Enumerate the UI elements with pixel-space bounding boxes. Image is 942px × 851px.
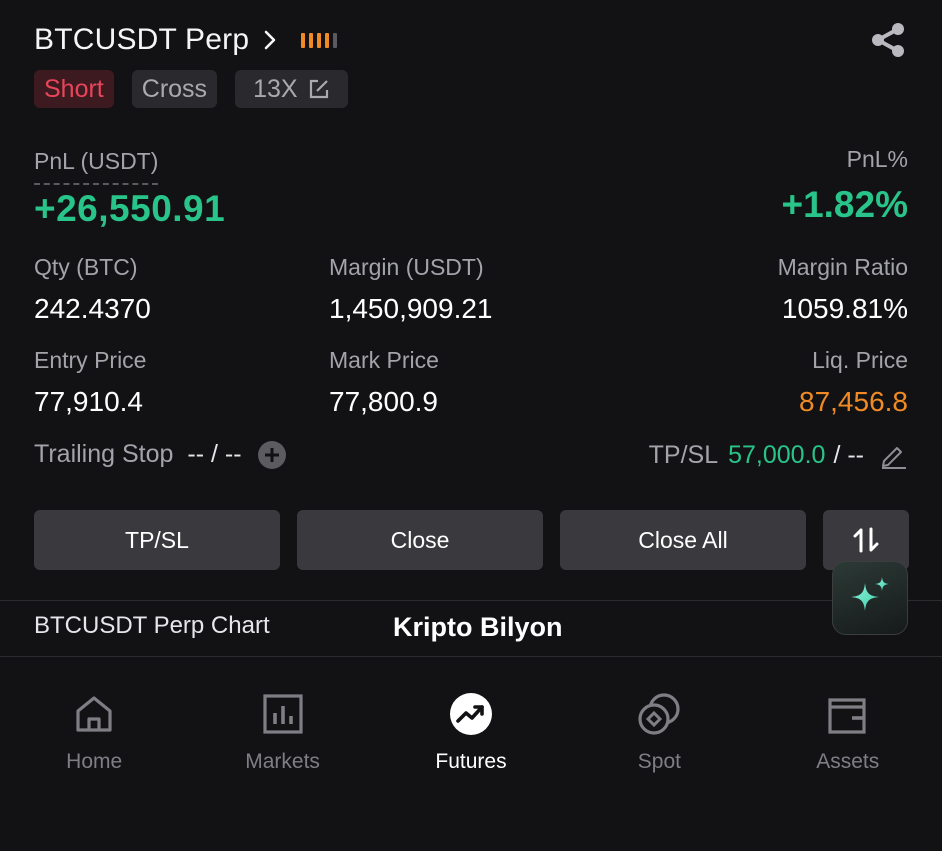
chart-link[interactable]: BTCUSDT Perp Chart	[34, 612, 270, 640]
action-buttons: TP/SL Close Close All	[34, 510, 909, 570]
liq-price-cell: Liq. Price 87,456.8	[799, 347, 908, 418]
chevron-right-icon[interactable]	[263, 18, 283, 62]
home-icon	[76, 696, 112, 732]
leverage-badge[interactable]: 13X	[235, 70, 348, 108]
mark-price-label: Mark Price	[329, 347, 439, 373]
divider	[0, 656, 942, 657]
margin-label: Margin (USDT)	[329, 254, 484, 280]
liq-price-value: 87,456.8	[799, 386, 908, 417]
nav-futures[interactable]: Futures	[377, 686, 565, 776]
entry-price-value: 77,910.4	[34, 386, 143, 417]
sl-value: / --	[833, 440, 864, 469]
nav-assets-label: Assets	[816, 750, 880, 773]
reverse-arrows-icon	[853, 527, 879, 553]
header: BTCUSDT Perp	[34, 18, 908, 62]
mark-price-cell: Mark Price 77,800.9	[329, 347, 439, 418]
risk-bar	[333, 32, 338, 48]
risk-bar	[317, 32, 322, 48]
nav-futures-label: Futures	[435, 750, 507, 773]
mark-price-value: 77,800.9	[329, 386, 438, 417]
nav-spot[interactable]: Spot	[565, 686, 753, 776]
symbol-title[interactable]: BTCUSDT Perp	[34, 23, 249, 57]
ai-assistant-button[interactable]	[832, 561, 908, 635]
liq-price-label: Liq. Price	[812, 347, 908, 373]
tpsl-row: TP/SL 57,000.0 / --	[649, 440, 908, 470]
risk-bar	[309, 32, 314, 48]
pnl-label[interactable]: PnL (USDT)	[34, 148, 159, 185]
share-icon[interactable]	[868, 20, 908, 60]
watermark: Kripto Bilyon	[393, 612, 563, 642]
margin-ratio-label: Margin Ratio	[777, 254, 908, 280]
position-tags: Short Cross 13X	[34, 70, 348, 108]
nav-markets[interactable]: Markets	[188, 686, 376, 776]
assets-icon	[828, 698, 866, 734]
leverage-value: 13X	[253, 74, 298, 103]
divider	[0, 600, 942, 601]
bottom-nav: Home Markets Futures Spot Assets	[0, 686, 942, 776]
nav-assets[interactable]: Assets	[754, 686, 942, 776]
markets-icon	[262, 694, 303, 734]
add-trailing-stop-icon[interactable]	[257, 440, 286, 469]
tp-value: 57,000.0	[728, 440, 826, 469]
trailing-stop-label: Trailing Stop	[34, 440, 174, 468]
nav-home[interactable]: Home	[0, 686, 188, 776]
trailing-stop-row: Trailing Stop -- / --	[34, 440, 286, 469]
margin-value: 1,450,909.21	[329, 293, 493, 324]
pnl-value: +26,550.91	[34, 188, 226, 229]
entry-price-label: Entry Price	[34, 347, 147, 373]
position-card: BTCUSDT Perp Short Cross 13X PnL (USDT) …	[0, 0, 942, 851]
entry-price-cell: Entry Price 77,910.4	[34, 347, 146, 418]
close-all-button[interactable]: Close All	[560, 510, 806, 570]
margin-ratio-value: 1059.81%	[781, 293, 908, 324]
nav-spot-label: Spot	[637, 750, 681, 773]
margin-cell: Margin (USDT) 1,450,909.21	[329, 254, 493, 325]
margin-ratio-cell: Margin Ratio 1059.81%	[778, 254, 908, 325]
trailing-stop-value: -- / --	[187, 440, 242, 468]
tpsl-button[interactable]: TP/SL	[34, 510, 280, 570]
margin-mode-badge[interactable]: Cross	[131, 70, 218, 108]
pnl-percent-value: +1.82%	[781, 184, 908, 225]
qty-label: Qty (BTC)	[34, 254, 138, 280]
risk-bar	[325, 32, 330, 48]
spot-icon	[638, 693, 680, 735]
edit-tpsl-icon[interactable]	[878, 440, 908, 470]
close-button[interactable]: Close	[297, 510, 543, 570]
futures-icon	[449, 693, 492, 735]
edit-icon	[308, 78, 330, 100]
qty-value: 242.4370	[34, 293, 151, 324]
sparkle-icon	[851, 577, 889, 611]
nav-home-label: Home	[66, 750, 123, 773]
risk-level-bars	[301, 32, 338, 48]
tpsl-label: TP/SL	[648, 440, 719, 469]
qty-cell: Qty (BTC) 242.4370	[34, 254, 151, 325]
pnl-percent-label: PnL%	[846, 146, 908, 172]
risk-bar	[301, 32, 306, 48]
side-badge: Short	[34, 70, 114, 108]
nav-markets-label: Markets	[245, 750, 320, 773]
